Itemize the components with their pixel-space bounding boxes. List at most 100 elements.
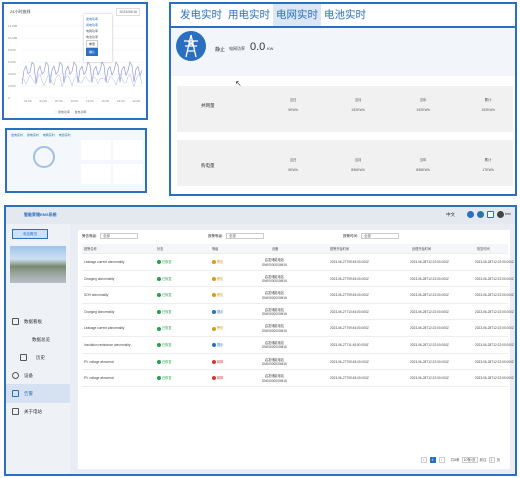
alarm-table: 报警名称 状态 等级 设备 报警开始时间 处理开始时间 恢复时间 Leakage… xyxy=(82,244,514,387)
col-name: 报警名称 xyxy=(84,247,97,251)
sidebar-item-history[interactable]: 历史 xyxy=(6,348,70,367)
language-switch[interactable]: 中文 xyxy=(446,212,455,218)
legend-generation: 发电功率 xyxy=(74,110,87,114)
station-photo xyxy=(10,246,66,283)
alarm-recover-time: 2023-06-28T12:22:00.000Z xyxy=(475,271,514,288)
alarm-status-text: 已恢复 xyxy=(162,309,172,314)
legend-consumption: 用电功率 xyxy=(57,110,70,114)
bell-icon[interactable] xyxy=(467,211,474,218)
sidebar-item-device[interactable]: 设备 xyxy=(6,366,70,385)
level-filter[interactable]: 警告等级: 全部 xyxy=(82,233,138,239)
alarm-device-text: 启发储能电站 SN00000000M16 xyxy=(262,357,287,367)
alarm-status: 已恢复 xyxy=(157,354,172,371)
alarm-name: Leakage current abnormality xyxy=(84,320,124,337)
alarm-name: PV voltage abnormal xyxy=(84,354,114,371)
page-number[interactable]: 1 xyxy=(429,457,436,463)
alarm-start-time: 2023-06-27T09:45:00.000Z xyxy=(330,370,369,387)
status-dot-icon xyxy=(212,309,216,314)
sidebar-item-about[interactable]: 关于电站 xyxy=(6,402,70,421)
level-select[interactable]: 全部 xyxy=(99,233,138,239)
status-dot-icon xyxy=(157,260,161,265)
col-level: 等级 xyxy=(212,247,219,251)
alarm-recover-time-text: 2023-06-28T12:22:00.000Z xyxy=(475,342,514,347)
series-dropdown[interactable]: 发电功率 用电功率 电网功率 电池功率 重置 确认 xyxy=(84,14,112,62)
status-dot-icon xyxy=(212,293,216,298)
alarm-process-time-text: 2023-06-28T12:22:00.000Z xyxy=(410,276,449,281)
col-process: 处理开始时间 xyxy=(412,247,432,251)
alarm-process-time-text: 2023-06-28T12:22:00.000Z xyxy=(410,309,449,314)
table-row: Leakage current abnormality 已恢复 警告 启发储能电站 S… xyxy=(82,320,514,337)
alarm-device: 启发储能电站 SN00000000M16 xyxy=(262,308,287,317)
alarm-status-text: 已恢复 xyxy=(162,276,172,281)
table-row: Charging abnormality 已恢复 警告 启发储能电站 SN000000… xyxy=(82,271,514,288)
sidebar-item-label: 告警 xyxy=(24,391,33,396)
alarm-name: Insulation resistance abnormality xyxy=(84,337,130,354)
goto-input[interactable]: 1 xyxy=(488,457,495,463)
confirm-button[interactable]: 确认 xyxy=(86,48,99,56)
alarm-level-text: 警告 xyxy=(217,260,224,264)
next-page-button[interactable]: › xyxy=(438,457,445,463)
status-filter[interactable]: 报警等级: 全部 xyxy=(208,233,264,239)
curve-chart: 12,000 10,000 8,000 6,000 4,000 2,000 0 01:00 04… xyxy=(8,24,144,103)
col-header-month: 当月 xyxy=(354,98,362,102)
table-header: 报警名称 状态 等级 设备 报警开始时间 处理开始时间 恢复时间 xyxy=(82,244,508,254)
alarm-name: Charging abnormality xyxy=(84,271,114,288)
sidebar-item-dashboard[interactable]: 数据看板 xyxy=(6,312,70,331)
alarm-name: PV voltage abnormal xyxy=(84,370,114,387)
alarm-recover-time: 2023-06-28T12:22:00.000Z xyxy=(475,254,514,271)
table-row: Insulation resistance abnormality 已恢复 提示 启发… xyxy=(82,337,514,354)
prev-page-button[interactable]: ‹ xyxy=(420,457,427,463)
alarm-device-text: 启发储能电站 SN00000000M16 xyxy=(262,340,287,350)
dashboard-icon xyxy=(12,318,19,325)
alarm-name-text: PV voltage abnormal xyxy=(84,359,114,364)
alarm-recover-time-text: 2023-06-28T12:22:00.000Z xyxy=(475,309,514,314)
thumb-tab-grid[interactable]: 电网实时 xyxy=(43,133,55,137)
alarm-level: 警告 xyxy=(212,287,223,304)
col-header-day: 当日 xyxy=(289,98,297,102)
alarm-name-text: Leakage current abnormality xyxy=(84,260,125,264)
thumb-tab-use[interactable]: 用电实时 xyxy=(27,133,39,137)
alarm-recover-time-text: 2023-06-28T12:22:00.000Z xyxy=(475,293,514,298)
alarm-level-text: 警告 xyxy=(217,326,224,331)
page-size-select[interactable]: 10条/页 xyxy=(461,457,478,463)
alarm-status: 已恢复 xyxy=(157,254,172,271)
time-filter[interactable]: 报警时间: 全部 xyxy=(343,233,399,239)
tab-generation[interactable]: 发电实时 xyxy=(177,4,225,26)
value-day: 0KWh xyxy=(288,168,298,172)
reset-button[interactable]: 重置 xyxy=(86,40,99,48)
alarm-name-text: SOH abnormality xyxy=(84,293,109,298)
thumb-tab-gen[interactable]: 发电实时 xyxy=(11,133,23,137)
alarm-process-time: 2023-06-28T12:22:00.000Z xyxy=(410,370,449,387)
alarm-start-time: 2023-06-27T11:45:00.000Z xyxy=(330,337,369,354)
tab-grid[interactable]: 电网实时 xyxy=(273,4,321,26)
alarm-process-time: 2023-06-28T12:22:00.000Z xyxy=(410,354,449,371)
help-icon[interactable] xyxy=(477,211,484,218)
col-recover: 恢复时间 xyxy=(477,247,490,251)
sidebar-item-alarm[interactable]: 告警 xyxy=(6,384,70,403)
power-pylon-icon xyxy=(176,31,206,61)
info-icon xyxy=(12,408,19,415)
alarm-device: 启发储能电站 SN00000000M16 xyxy=(262,291,287,300)
fullscreen-icon[interactable] xyxy=(487,211,494,218)
tab-consumption[interactable]: 用电实时 xyxy=(225,4,273,26)
alarm-process-time-text: 2023-06-28T12:22:00.000Z xyxy=(410,326,449,331)
sidebar-item-overview[interactable]: 数据总览 xyxy=(6,330,70,349)
tab-battery[interactable]: 电池实时 xyxy=(321,4,369,26)
alarm-name: Charging abnormality xyxy=(84,304,114,321)
alarm-process-time: 2023-06-28T12:22:00.000Z xyxy=(410,337,449,354)
thumb-gauge xyxy=(33,146,55,168)
grid-power-value: 0.0 xyxy=(250,41,266,53)
alarm-process-time-text: 2023-06-28T12:22:00.000Z xyxy=(410,376,449,381)
alarm-status-text: 已恢复 xyxy=(162,326,172,331)
avatar[interactable] xyxy=(497,211,504,218)
value-month: 192KWh xyxy=(351,108,365,112)
sidebar: 电站概况 数据看板 数据总览 历史 设备 告警 关于电站 xyxy=(6,224,70,474)
user-name[interactable]: test xyxy=(505,212,511,216)
station-overview-button[interactable]: 电站概况 xyxy=(12,229,48,239)
row-label: 并网量 xyxy=(201,103,215,108)
status-select[interactable]: 全部 xyxy=(225,233,264,239)
col-start: 报警开始时间 xyxy=(330,247,350,251)
thumb-tab-batt[interactable]: 电池实时 xyxy=(59,133,71,137)
time-select[interactable]: 全部 xyxy=(360,233,399,239)
value-month: 896KWh xyxy=(351,168,365,172)
